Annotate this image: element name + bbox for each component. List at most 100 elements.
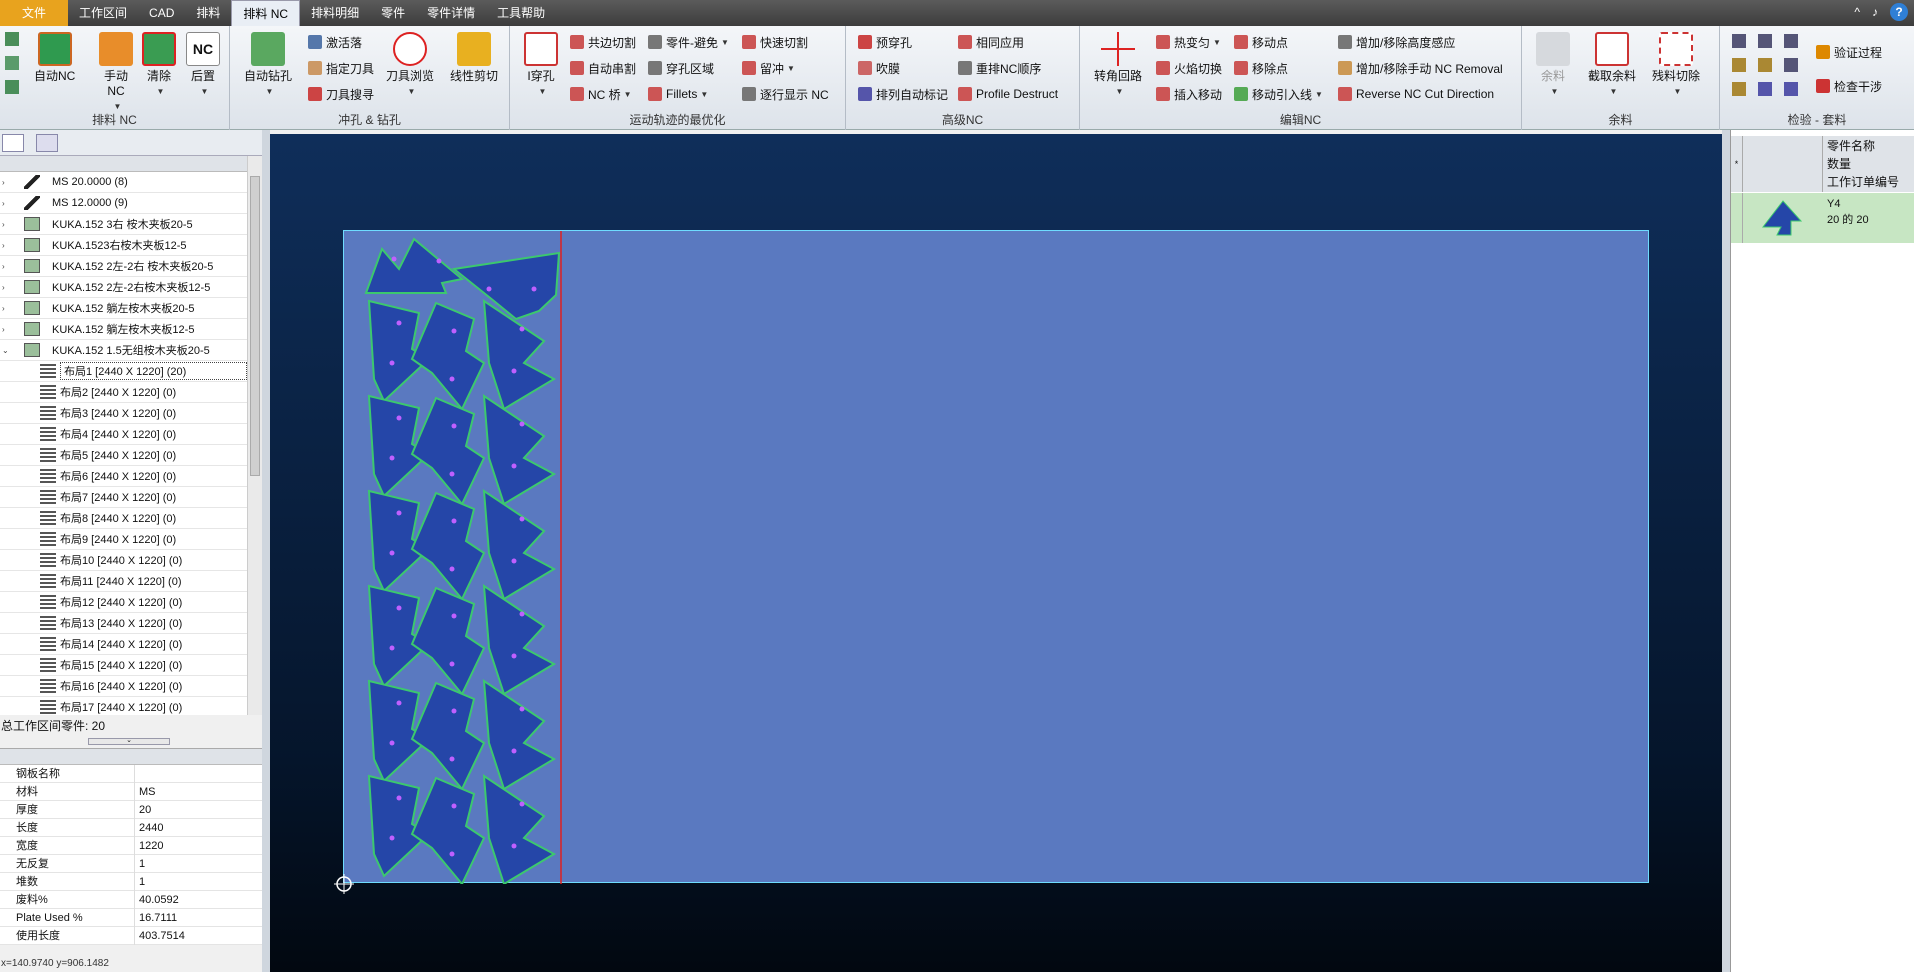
- left-collapse-handle[interactable]: [262, 130, 270, 972]
- insert-move-button[interactable]: 插入移动: [1156, 85, 1222, 103]
- fast-cut-button[interactable]: 快速切割: [742, 33, 808, 51]
- property-row[interactable]: 宽度 1220: [0, 836, 262, 855]
- view2-icon[interactable]: [5, 56, 19, 70]
- nested-part[interactable]: [482, 584, 557, 696]
- expand-icon[interactable]: ›: [2, 178, 12, 187]
- menu-tools-help[interactable]: 工具帮助: [486, 0, 556, 26]
- menu-nesting-nc[interactable]: 排料 NC: [231, 0, 301, 26]
- property-value[interactable]: 16.7111: [135, 912, 177, 924]
- inspect8-icon[interactable]: [1758, 82, 1772, 96]
- resort-nc-button[interactable]: 重排NC顺序: [958, 59, 1041, 77]
- tree-node[interactable]: › KUKA.152 躺左桉木夹板12-5: [0, 319, 247, 340]
- layout-item[interactable]: 布局8 [2440 X 1220] (0): [0, 508, 247, 529]
- assign-tool-button[interactable]: 指定刀具: [308, 59, 374, 77]
- cut-remnant-button[interactable]: 截取余料 ▼: [1588, 32, 1636, 99]
- layout-item[interactable]: 布局11 [2440 X 1220] (0): [0, 571, 247, 592]
- property-row[interactable]: Plate Used % 16.7111: [0, 908, 262, 927]
- auto-drill-button[interactable]: 自动钻孔 ▼: [244, 32, 292, 99]
- property-value[interactable]: 40.0592: [135, 894, 179, 906]
- property-value[interactable]: MS: [135, 786, 156, 798]
- tree-view-icon[interactable]: [2, 134, 24, 152]
- auto-mark-button[interactable]: 排列自动标记: [858, 85, 948, 103]
- menu-nesting[interactable]: 排料: [185, 0, 231, 26]
- nested-part[interactable]: [482, 489, 557, 601]
- add-manual-button[interactable]: 增加/移除手动 NC Removal: [1338, 59, 1503, 77]
- property-row[interactable]: 材料 MS: [0, 782, 262, 801]
- expand-icon[interactable]: ›: [2, 199, 12, 208]
- verify-button[interactable]: 验证过程: [1816, 43, 1882, 61]
- nested-part[interactable]: [410, 491, 486, 601]
- nested-part[interactable]: [364, 237, 465, 294]
- pierce-zone-button[interactable]: 穿孔区域: [648, 59, 714, 77]
- tree-node[interactable]: › KUKA.152 躺左桉木夹板20-5: [0, 298, 247, 319]
- expand-icon[interactable]: ›: [2, 241, 12, 250]
- nested-part[interactable]: [482, 394, 557, 506]
- layout-item[interactable]: 布局12 [2440 X 1220] (0): [0, 592, 247, 613]
- check-interference-button[interactable]: 检查干涉: [1816, 77, 1882, 95]
- nested-part[interactable]: [410, 396, 486, 506]
- expand-icon[interactable]: ›: [2, 304, 12, 313]
- minimize-ribbon-icon[interactable]: ^: [1854, 5, 1860, 19]
- move-lead-button[interactable]: 移动引入线 ▼: [1234, 85, 1323, 103]
- search-tool-button[interactable]: 刀具搜寻: [308, 85, 374, 103]
- auto-nc-button[interactable]: 自动NC: [34, 32, 75, 84]
- layout-item[interactable]: 布局17 [2440 X 1220] (0): [0, 697, 247, 715]
- expand-icon[interactable]: ›: [2, 283, 12, 292]
- menu-parts[interactable]: 零件: [370, 0, 416, 26]
- same-apply-button[interactable]: 相同应用: [958, 33, 1024, 51]
- inspect3-icon[interactable]: [1784, 34, 1798, 48]
- nested-part[interactable]: [451, 251, 561, 321]
- remnant-button[interactable]: 余料 ▼: [1536, 32, 1570, 99]
- view1-icon[interactable]: [5, 32, 19, 46]
- layout-item[interactable]: 布局5 [2440 X 1220] (0): [0, 445, 247, 466]
- property-value[interactable]: 1: [135, 858, 145, 870]
- move-point-button[interactable]: 移动点: [1234, 33, 1288, 51]
- inspect6-icon[interactable]: [1784, 58, 1798, 72]
- layout-item[interactable]: 布局10 [2440 X 1220] (0): [0, 550, 247, 571]
- pierce-button[interactable]: I穿孔 ▼: [524, 32, 558, 99]
- layout-item[interactable]: 布局4 [2440 X 1220] (0): [0, 424, 247, 445]
- nested-part[interactable]: [410, 776, 486, 884]
- collapse-icon[interactable]: ⌄: [2, 346, 12, 355]
- menu-cad[interactable]: CAD: [138, 0, 185, 26]
- property-value[interactable]: 2440: [135, 822, 163, 834]
- layout-item[interactable]: 布局3 [2440 X 1220] (0): [0, 403, 247, 424]
- nested-part[interactable]: [410, 301, 486, 411]
- add-height-button[interactable]: 增加/移除高度感应: [1338, 33, 1455, 51]
- menu-part-detail[interactable]: 零件详情: [416, 0, 486, 26]
- layout-item[interactable]: 布局2 [2440 X 1220] (0): [0, 382, 247, 403]
- nested-part[interactable]: [410, 681, 486, 791]
- tree-node[interactable]: › KUKA.1523右桉木夹板12-5: [0, 235, 247, 256]
- heat-button[interactable]: 热变匀 ▼: [1156, 33, 1221, 51]
- property-row[interactable]: 堆数 1: [0, 872, 262, 891]
- tree-node[interactable]: › MS 12.0000 (9): [0, 193, 247, 214]
- property-row[interactable]: 厚度 20: [0, 800, 262, 819]
- reverse-button[interactable]: Reverse NC Cut Direction: [1338, 85, 1494, 103]
- common-cut-button[interactable]: 共边切割: [570, 33, 636, 51]
- post-button[interactable]: NC 后置 ▼: [186, 32, 220, 99]
- menu-file[interactable]: 文件: [0, 0, 69, 26]
- layout-item[interactable]: 布局6 [2440 X 1220] (0): [0, 466, 247, 487]
- manual-nc-button[interactable]: 手动 NC ▼: [98, 32, 134, 114]
- line-display-button[interactable]: 逐行显示 NC: [742, 85, 829, 103]
- scrap-cut-button[interactable]: 残料切除 ▼: [1652, 32, 1700, 99]
- layout-item[interactable]: 布局1 [2440 X 1220] (20): [0, 361, 247, 382]
- nested-part[interactable]: [482, 774, 557, 884]
- property-row[interactable]: 使用长度 403.7514: [0, 926, 262, 945]
- property-value[interactable]: 403.7514: [135, 930, 185, 942]
- layout-item[interactable]: 布局15 [2440 X 1220] (0): [0, 655, 247, 676]
- list-view-icon[interactable]: [36, 134, 58, 152]
- inspect4-icon[interactable]: [1732, 58, 1746, 72]
- nested-part[interactable]: [482, 679, 557, 791]
- expand-icon[interactable]: ›: [2, 220, 12, 229]
- flame-switch-button[interactable]: 火焰切换: [1156, 59, 1222, 77]
- tree-node[interactable]: › KUKA.152 3右 桉木夹板20-5: [0, 214, 247, 235]
- menu-nesting-detail[interactable]: 排料明细: [300, 0, 370, 26]
- inspect1-icon[interactable]: [1732, 34, 1746, 48]
- tree-scrollbar[interactable]: [247, 156, 262, 715]
- layout-item[interactable]: 布局14 [2440 X 1220] (0): [0, 634, 247, 655]
- corner-loop-button[interactable]: 转角回路 ▼: [1094, 32, 1142, 99]
- property-row[interactable]: 钢板名称: [0, 764, 262, 783]
- browse-tool-button[interactable]: 刀具浏览 ▼: [386, 32, 434, 99]
- nested-part[interactable]: [410, 586, 486, 696]
